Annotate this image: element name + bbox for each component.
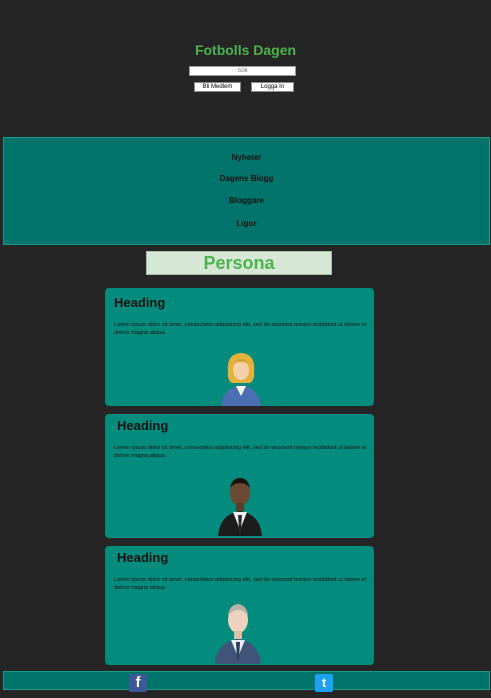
nav-item-dagens-blogg[interactable]: Dagens Blogg — [4, 174, 489, 183]
facebook-icon[interactable]: f — [129, 674, 147, 692]
businessman-dark-avatar-icon — [218, 478, 262, 536]
card-heading: Heading — [117, 550, 169, 565]
card-heading: Heading — [117, 418, 169, 433]
section-title: Persona — [146, 251, 332, 275]
search-input[interactable] — [189, 66, 296, 76]
main-nav: Nyheter Dagens Blogg Bloggare Ligor — [3, 137, 490, 245]
businesswoman-avatar-icon — [221, 353, 261, 406]
site-title: Fotbolls Dagen — [194, 42, 297, 58]
become-member-button[interactable]: Bli Medlem — [194, 82, 241, 92]
card-text: Lorem ipsum dolor sit amet, consectetur … — [114, 577, 367, 591]
footer: f t — [3, 671, 490, 692]
nav-item-nyheter[interactable]: Nyheter — [4, 153, 489, 162]
card-text: Lorem ipsum dolor sit amet, consectetur … — [114, 445, 367, 459]
persona-card: Heading Lorem ipsum dolor sit amet, cons… — [105, 288, 374, 406]
card-text: Lorem ipsum dolor sit amet, consectetur … — [114, 322, 367, 336]
nav-item-ligor[interactable]: Ligor — [4, 219, 489, 228]
businessman-grey-avatar-icon — [215, 604, 261, 664]
login-button[interactable]: Logga In — [251, 82, 294, 92]
nav-item-bloggare[interactable]: Bloggare — [4, 196, 489, 205]
twitter-icon[interactable]: t — [315, 674, 333, 692]
persona-card: Heading Lorem ipsum dolor sit amet, cons… — [105, 546, 374, 665]
card-heading: Heading — [114, 295, 166, 310]
persona-card: Heading Lorem ipsum dolor sit amet, cons… — [105, 414, 374, 538]
